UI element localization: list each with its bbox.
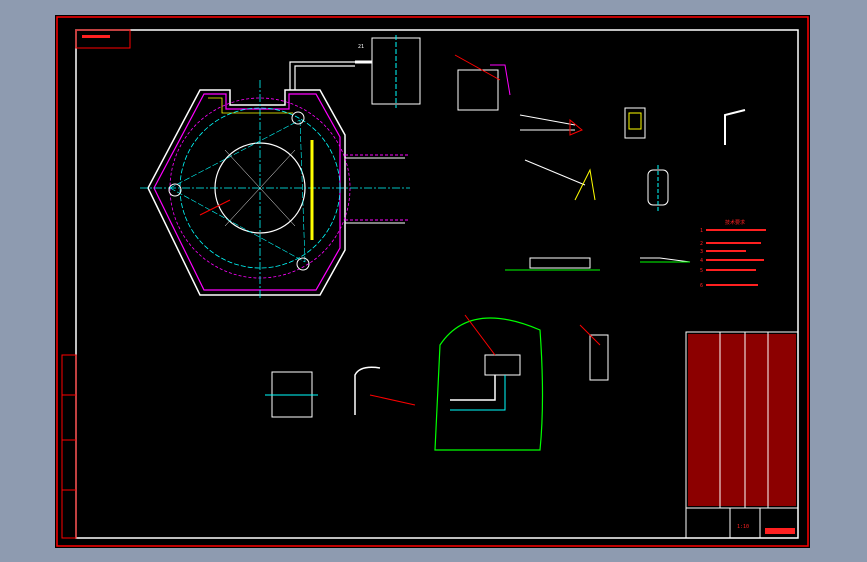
- cad-drawing: 21 技术要求 1 2 3 4 5 6 1:10: [56, 16, 809, 547]
- technical-notes: 技术要求 1 2 3 4 5 6: [700, 219, 766, 289]
- drawing-number-box: [75, 29, 131, 49]
- svg-text:技术要求: 技术要求: [725, 219, 745, 226]
- svg-text:5: 5: [700, 268, 703, 274]
- title-block: 1:10: [685, 507, 799, 539]
- side-strip: [61, 354, 77, 539]
- cad-viewport[interactable]: 21 技术要求 1 2 3 4 5 6 1:10: [55, 15, 810, 548]
- detail-assembly-bottom: [265, 314, 609, 451]
- parts-list: [685, 331, 799, 509]
- svg-text:3: 3: [700, 249, 703, 255]
- svg-text:1:10: 1:10: [737, 524, 749, 530]
- hexagon-plan-view: [140, 61, 410, 300]
- detail-assembly-top: [454, 54, 746, 271]
- svg-text:6: 6: [700, 283, 703, 289]
- callout: 21: [358, 44, 364, 50]
- svg-text:2: 2: [700, 241, 703, 247]
- svg-text:1: 1: [700, 228, 703, 234]
- svg-text:4: 4: [700, 258, 703, 264]
